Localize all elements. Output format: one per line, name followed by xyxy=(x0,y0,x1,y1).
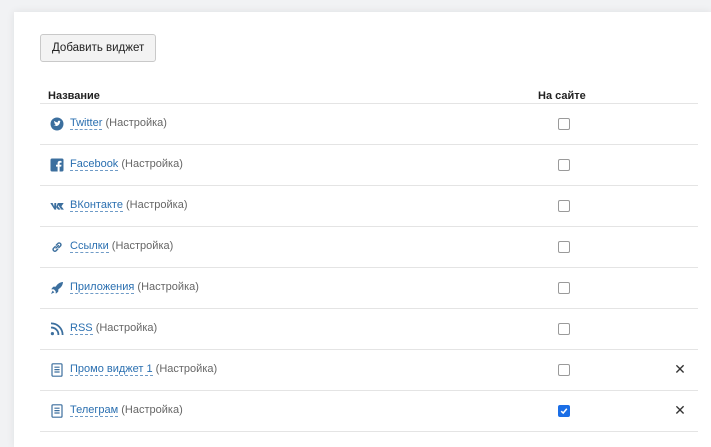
widget-name-link[interactable]: Телеграм xyxy=(70,404,119,417)
widget-name-link[interactable]: ВКонтакте xyxy=(70,199,123,212)
table-row: RSS (Настройка) xyxy=(40,308,698,349)
widget-label: Facebook (Настройка) xyxy=(70,158,183,171)
widget-label: Приложения (Настройка) xyxy=(70,281,199,294)
table-row: Приложения (Настройка) xyxy=(40,267,698,308)
table-row: Промо виджет 1 (Настройка) ✕ xyxy=(40,349,698,390)
settings-label: (Настройка) xyxy=(95,322,158,334)
settings-label: (Настройка) xyxy=(155,363,218,375)
on-site-checkbox[interactable] xyxy=(558,118,570,130)
table-row: Телеграм (Настройка) ✕ xyxy=(40,390,698,432)
on-site-checkbox[interactable] xyxy=(558,200,570,212)
widget-name-link[interactable]: Ссылки xyxy=(70,240,109,253)
rss-icon xyxy=(50,322,64,336)
widget-label: Промо виджет 1 (Настройка) xyxy=(70,363,218,376)
settings-label: (Настройка) xyxy=(126,199,188,211)
on-site-checkbox[interactable] xyxy=(558,241,570,253)
settings-label: (Настройка) xyxy=(105,117,167,129)
on-site-checkbox[interactable] xyxy=(558,282,570,294)
on-site-checkbox[interactable] xyxy=(558,323,570,335)
widget-label: Телеграм (Настройка) xyxy=(70,404,183,417)
table-row: Facebook (Настройка) xyxy=(40,144,698,185)
widget-name-link[interactable]: Приложения xyxy=(70,281,135,294)
table-row: ВКонтакте (Настройка) xyxy=(40,185,698,226)
checkmark-icon xyxy=(560,408,568,415)
twitter-icon xyxy=(50,117,64,131)
on-site-checkbox[interactable] xyxy=(558,159,570,171)
on-site-checkbox[interactable] xyxy=(558,405,570,417)
add-widget-button[interactable]: Добавить виджет xyxy=(40,34,157,62)
widgets-panel: Добавить виджет Название На сайте Twitte… xyxy=(14,12,711,447)
widget-name-link[interactable]: Facebook xyxy=(70,158,119,171)
widget-label: Twitter (Настройка) xyxy=(70,117,167,130)
settings-label: (Настройка) xyxy=(111,240,174,252)
column-header-name: Название xyxy=(48,90,100,102)
table-row: Twitter (Настройка) xyxy=(40,103,698,144)
widget-label: ВКонтакте (Настройка) xyxy=(70,199,188,212)
link-icon xyxy=(50,240,64,254)
vk-icon xyxy=(50,199,64,213)
facebook-icon xyxy=(50,158,64,172)
table-row: Ссылки (Настройка) xyxy=(40,226,698,267)
widget-label: RSS (Настройка) xyxy=(70,322,158,335)
widgets-list: Twitter (Настройка) Facebook (Настройка)… xyxy=(40,103,698,432)
column-header-on-site: На сайте xyxy=(538,90,586,102)
widget-label: Ссылки (Настройка) xyxy=(70,240,174,253)
document-icon xyxy=(50,363,64,377)
settings-label: (Настройка) xyxy=(121,404,183,416)
widget-name-link[interactable]: Twitter xyxy=(70,117,103,130)
settings-label: (Настройка) xyxy=(137,281,199,293)
document-icon xyxy=(50,404,64,418)
widget-name-link[interactable]: Промо виджет 1 xyxy=(70,363,153,376)
widget-name-link[interactable]: RSS xyxy=(70,322,93,335)
remove-widget-button[interactable]: ✕ xyxy=(672,402,688,418)
on-site-checkbox[interactable] xyxy=(558,364,570,376)
settings-label: (Настройка) xyxy=(121,158,183,170)
remove-widget-button[interactable]: ✕ xyxy=(672,361,688,377)
rocket-icon xyxy=(50,281,64,295)
